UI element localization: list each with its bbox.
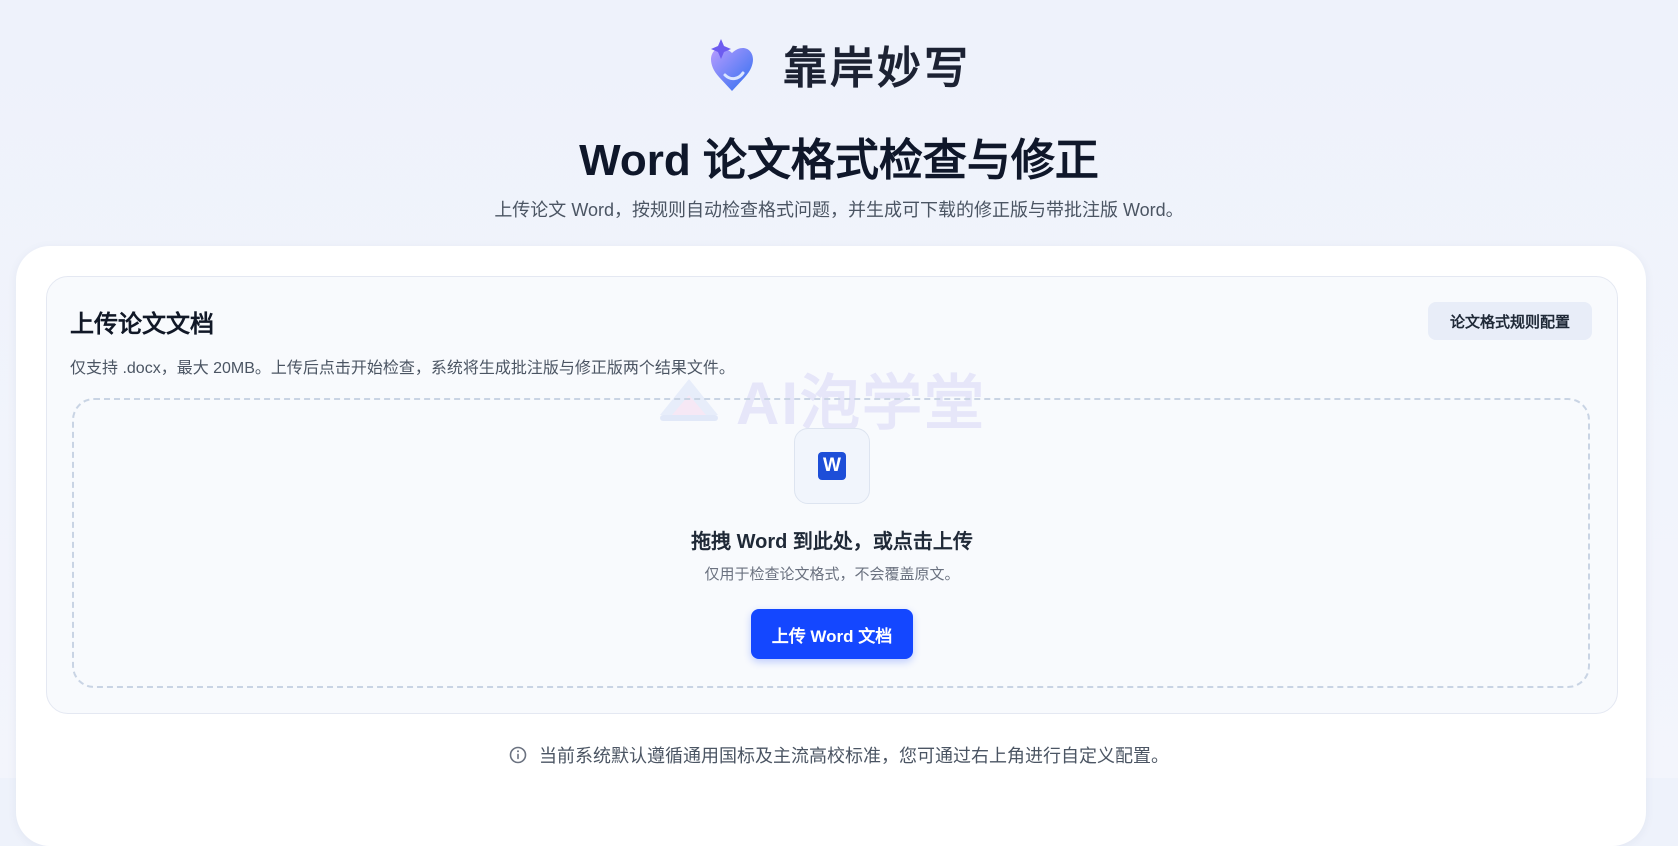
footer-note: 当前系统默认遵循通用国标及主流高校标准，您可通过右上角进行自定义配置。 [0, 742, 1678, 768]
upload-section-description: 仅支持 .docx，最大 20MB。上传后点击开始检查，系统将生成批注版与修正版… [70, 360, 735, 377]
upload-section-title: 上传论文文档 [70, 311, 214, 338]
heart-sparkle-logo-icon [711, 39, 753, 91]
brand-header: 靠岸妙写 [0, 32, 1678, 96]
word-file-tile: W [794, 428, 870, 504]
dropzone-title: 拖拽 Word 到此处，或点击上传 [691, 531, 973, 553]
upload-word-button[interactable]: 上传 Word 文档 [751, 609, 913, 659]
page-subtitle: 上传论文 Word，按规则自动检查格式问题，并生成可下载的修正版与带批注版 Wo… [494, 200, 1184, 220]
dropzone-hint: 仅用于检查论文格式，不会覆盖原文。 [704, 566, 960, 583]
footer-note-text: 当前系统默认遵循通用国标及主流高校标准，您可通过右上角进行自定义配置。 [539, 746, 1169, 766]
brand-name: 靠岸妙写 [783, 44, 971, 93]
page-title: Word 论文格式检查与修正 [579, 136, 1099, 185]
word-file-icon: W [818, 452, 846, 480]
info-icon [509, 746, 527, 764]
format-rules-config-button[interactable]: 论文格式规则配置 [1428, 302, 1592, 340]
